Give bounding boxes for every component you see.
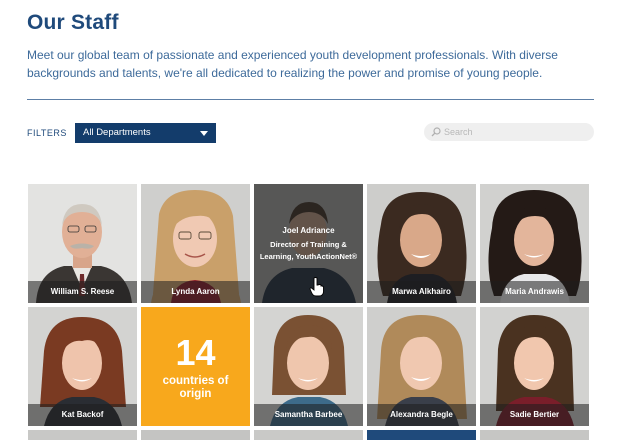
staff-name: Lynda Aaron [141,281,250,303]
hand-cursor-icon [309,277,324,297]
staff-tile[interactable] [254,430,363,440]
stat-label-line1: countries of [162,375,229,387]
staff-name: Samantha Barbee [254,404,363,426]
staff-name: Joel Adriance [282,226,335,235]
stat-tile: 14 countries of origin [141,307,250,426]
staff-name: Sadie Bertier [480,404,589,426]
stat-number: 14 [175,332,216,373]
staff-tile[interactable]: Maria Andrawis [480,184,589,303]
staff-tile[interactable]: William S. Reese [28,184,137,303]
staff-tile[interactable]: Sadie Bertier [480,307,589,426]
staff-tile[interactable] [480,430,589,440]
staff-tile[interactable]: Kat Backof [28,307,137,426]
staff-name: William S. Reese [28,281,137,303]
search-icon [431,127,441,137]
staff-tile[interactable]: Lynda Aaron [141,184,250,303]
filters-label: FILTERS [27,128,67,138]
intro-text: Meet our global team of passionate and e… [27,48,558,80]
stat-label-line2: origin [179,388,212,400]
staff-tile[interactable] [141,430,250,440]
staff-tile[interactable]: Alexandra Begle [367,307,476,426]
search-input[interactable] [444,125,584,139]
staff-name: Maria Andrawis [480,281,589,303]
department-select-value: All Departments [83,127,151,138]
stat-label: countries of origin [141,375,250,401]
staff-tile[interactable]: Samantha Barbee [254,307,363,426]
page-title: Our Staff [27,11,119,34]
staff-name: Kat Backof [28,404,137,426]
staff-title: Director of Training & Learning, YouthAc… [259,240,358,261]
staff-tile[interactable]: Marwa Alkhairo [367,184,476,303]
divider [27,99,594,100]
staff-name: Alexandra Begle [367,404,476,426]
department-select[interactable]: All Departments [75,123,216,143]
staff-name: Marwa Alkhairo [367,281,476,303]
staff-tile[interactable] [28,430,137,440]
search-field[interactable] [424,123,594,141]
chevron-down-icon [200,131,208,136]
staff-tile[interactable] [367,430,476,440]
